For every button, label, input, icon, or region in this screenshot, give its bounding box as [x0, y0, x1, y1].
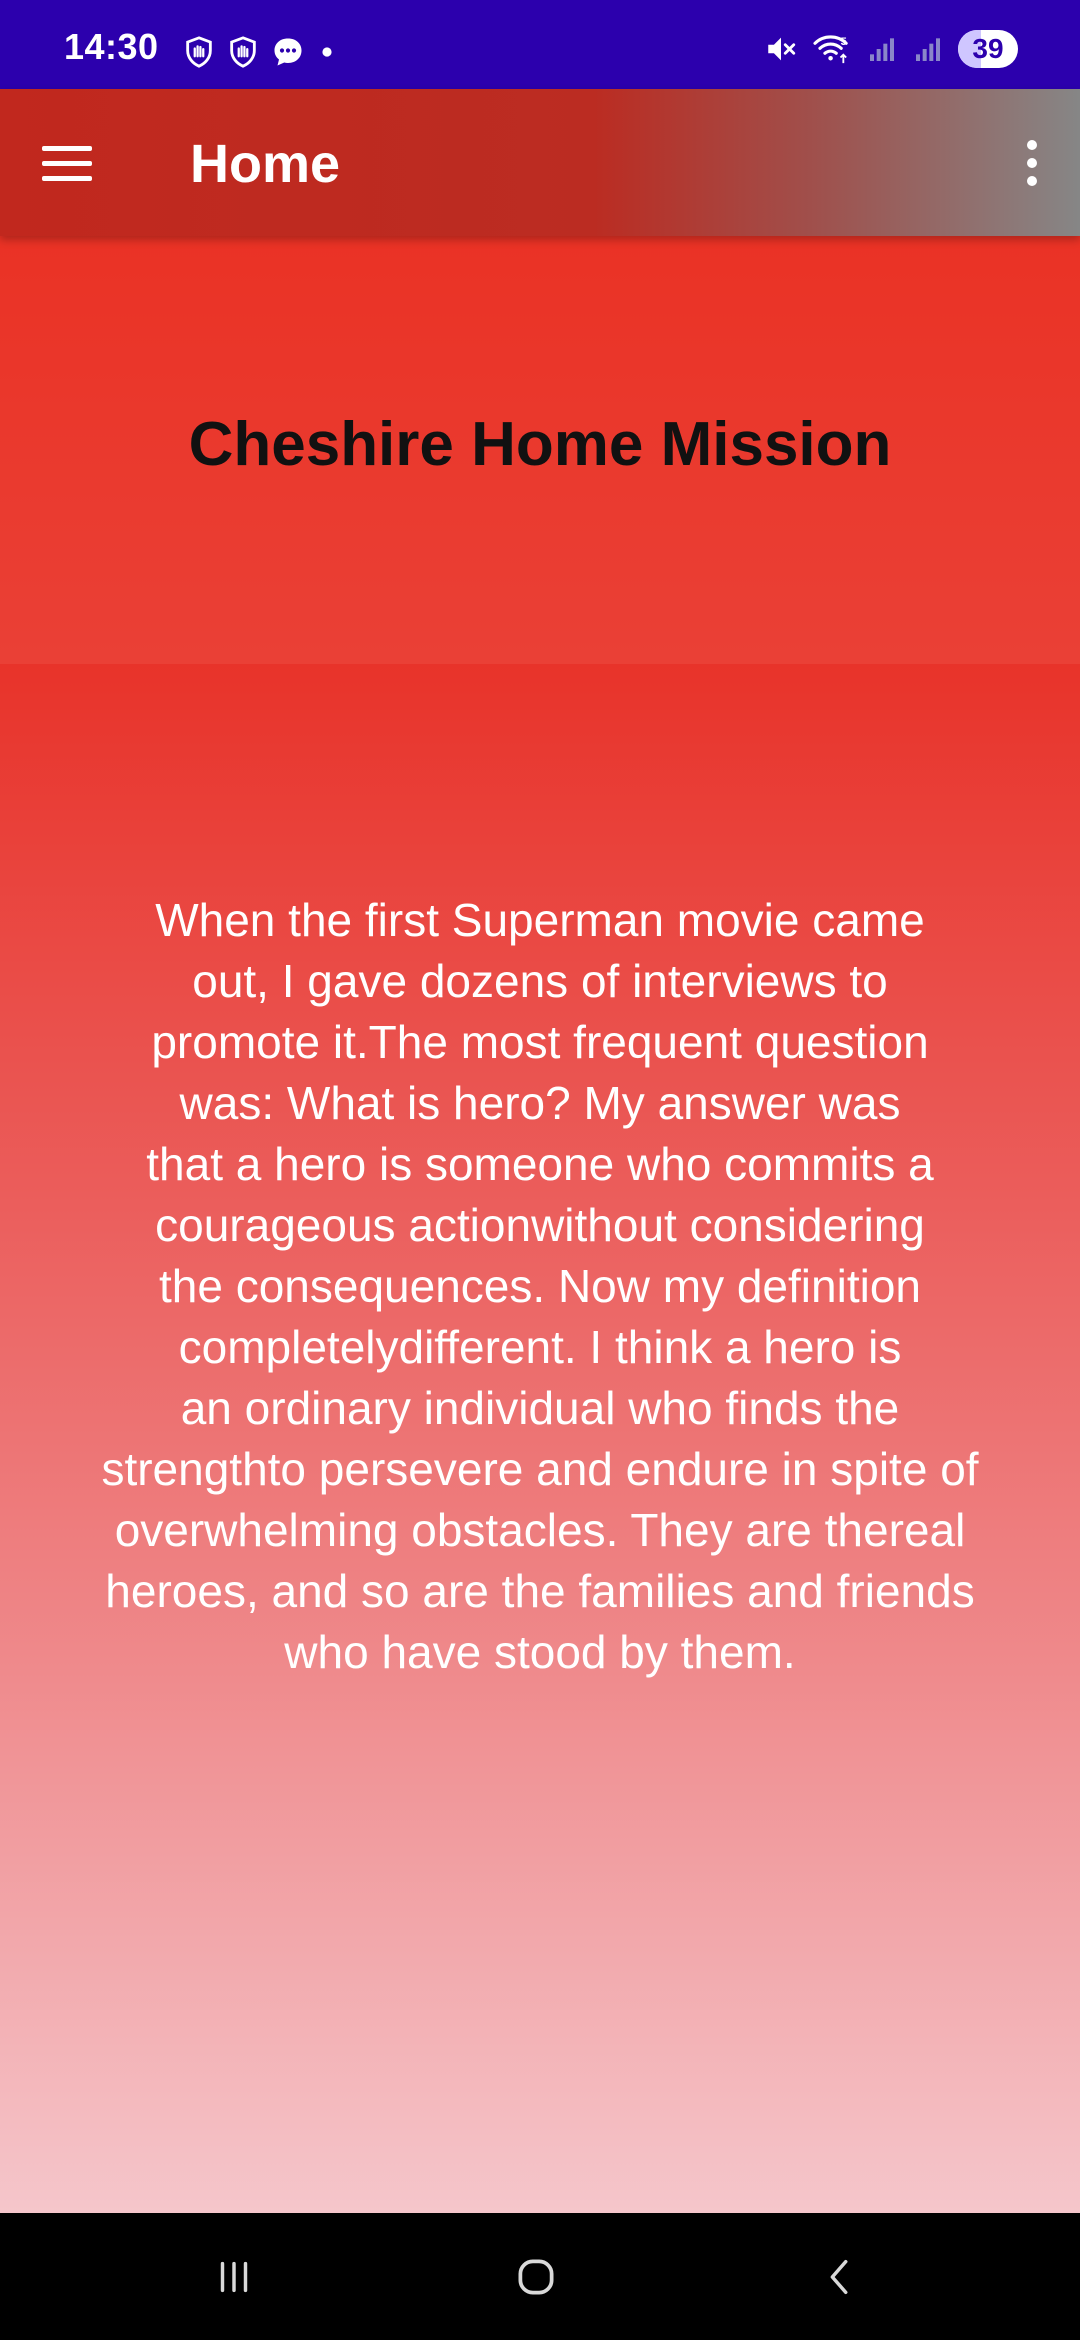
menu-icon-line	[42, 175, 92, 181]
status-time: 14:30	[64, 26, 159, 67]
more-vert-icon-dot	[1027, 158, 1037, 168]
signal-icon	[916, 38, 940, 61]
battery-indicator: 39	[958, 30, 1018, 68]
signal-icon	[870, 38, 894, 61]
navigation-bar	[0, 2213, 1080, 2340]
wifi-5-icon: 5	[813, 35, 848, 64]
mute-icon	[768, 37, 796, 61]
app-bar: Home	[0, 89, 1080, 236]
more-vert-icon-dot	[1027, 176, 1037, 186]
menu-button[interactable]	[42, 135, 102, 191]
mission-title: Cheshire Home Mission	[188, 409, 892, 479]
chat-bubble-icon	[274, 38, 302, 66]
mission-header: Cheshire Home Mission	[0, 236, 1080, 664]
system-icons: 5 39	[764, 30, 1018, 68]
recents-icon	[220, 2261, 248, 2293]
menu-icon-line	[42, 160, 92, 166]
screen: 14:30 5 39 Home Cheshire Home Mission Wh…	[0, 0, 1080, 2340]
menu-icon	[42, 145, 92, 151]
dot-icon	[322, 47, 332, 57]
hand-shield-icon	[186, 36, 212, 68]
more-options-button[interactable]	[1004, 135, 1060, 191]
status-bar: 14:30 5 39	[0, 0, 1080, 89]
app-bar-title: Home	[190, 134, 341, 194]
mission-text: When the first Superman movie came out, …	[101, 894, 979, 1678]
battery-level: 39	[972, 33, 1004, 64]
notification-icons	[182, 34, 338, 70]
content-area: When the first Superman movie came out, …	[0, 664, 1080, 2213]
home-button[interactable]	[486, 2241, 586, 2313]
back-icon	[830, 2259, 848, 2295]
more-vert-icon	[1027, 140, 1037, 150]
hand-shield-icon	[230, 36, 256, 68]
home-icon	[518, 2259, 554, 2295]
svg-text:5: 5	[841, 36, 847, 48]
back-button[interactable]	[790, 2241, 890, 2313]
recents-button[interactable]	[184, 2241, 284, 2313]
